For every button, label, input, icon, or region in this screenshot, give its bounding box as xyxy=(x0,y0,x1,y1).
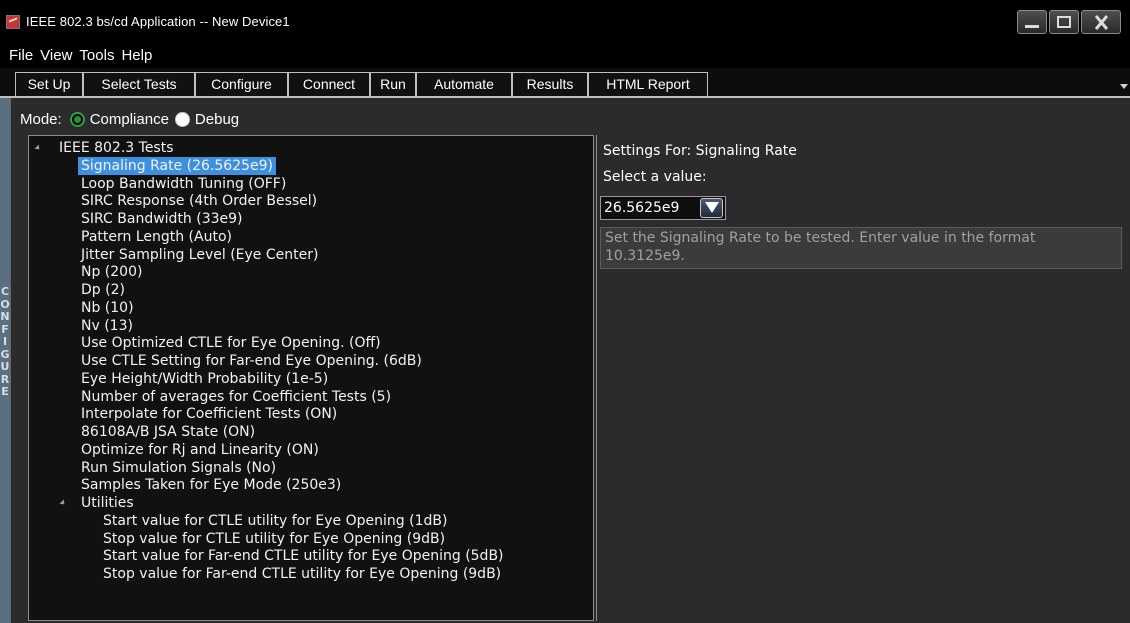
tree-subitem[interactable]: Stop value for Far-end CTLE utility for … xyxy=(103,565,501,583)
chevron-down-icon[interactable] xyxy=(700,198,723,218)
side-label-letter: U xyxy=(0,360,10,373)
close-button[interactable] xyxy=(1081,10,1121,34)
help-text: Set the Signaling Rate to be tested. Ent… xyxy=(600,227,1122,269)
tab-html-report[interactable]: HTML Report xyxy=(588,72,708,96)
tree-item[interactable]: SIRC Response (4th Order Bessel) xyxy=(81,192,317,210)
debug-radio[interactable] xyxy=(174,111,190,127)
menu-file[interactable]: File xyxy=(9,44,33,64)
side-label-letter: C xyxy=(0,285,10,298)
tree-item[interactable]: Pattern Length (Auto) xyxy=(81,228,232,246)
tree-item[interactable]: Np (200) xyxy=(81,263,142,281)
tab-connect[interactable]: Connect xyxy=(288,72,370,96)
side-label-letter: I xyxy=(2,335,8,348)
tree-item[interactable]: Eye Height/Width Probability (1e-5) xyxy=(81,370,328,388)
value-select-text: 26.5625e9 xyxy=(604,200,680,216)
tab-run[interactable]: Run xyxy=(370,72,416,96)
compliance-label[interactable]: Compliance xyxy=(90,111,169,128)
tree-item[interactable]: Run Simulation Signals (No) xyxy=(81,459,276,477)
tab-overflow-icon[interactable] xyxy=(1120,84,1128,89)
side-label-text: CONFIGURE xyxy=(0,285,10,399)
title-bar: IEEE 802.3 bs/cd Application -- New Devi… xyxy=(0,0,1130,44)
compliance-radio[interactable] xyxy=(69,111,85,127)
tab-strip: Set Up Select Tests Configure Connect Ru… xyxy=(0,68,1130,98)
tree-item[interactable]: Jitter Sampling Level (Eye Center) xyxy=(81,246,318,264)
value-select[interactable]: 26.5625e9 xyxy=(600,196,726,220)
menu-help[interactable]: Help xyxy=(121,44,152,64)
menu-tools[interactable]: Tools xyxy=(79,44,114,64)
tree-group-utilities[interactable]: Utilities xyxy=(81,494,134,512)
tab-results[interactable]: Results xyxy=(512,72,588,96)
tree-item[interactable]: Nv (13) xyxy=(81,317,133,335)
tree-subitem[interactable]: Start value for CTLE utility for Eye Ope… xyxy=(103,512,447,530)
tree-item[interactable]: Use Optimized CTLE for Eye Opening. (Off… xyxy=(81,334,381,352)
tree-item[interactable]: Number of averages for Coefficient Tests… xyxy=(81,388,391,406)
settings-title: Settings For: Signaling Rate xyxy=(603,143,797,159)
tab-set-up[interactable]: Set Up xyxy=(15,72,83,96)
select-value-label: Select a value: xyxy=(603,169,707,185)
tree-item[interactable]: Optimize for Rj and Linearity (ON) xyxy=(81,441,319,459)
mode-label: Mode: xyxy=(20,110,62,128)
tree-item[interactable]: Loop Bandwidth Tuning (OFF) xyxy=(81,175,286,193)
menu-view[interactable]: View xyxy=(40,44,72,64)
minimize-button[interactable] xyxy=(1017,10,1047,34)
tree-item[interactable]: Interpolate for Coefficient Tests (ON) xyxy=(81,405,337,423)
tree-item[interactable]: Signaling Rate (26.5625e9) xyxy=(78,156,276,175)
expander-icon[interactable] xyxy=(34,144,42,152)
tree-item[interactable]: 86108A/B JSA State (ON) xyxy=(81,423,255,441)
tree-item[interactable]: Nb (10) xyxy=(81,299,134,317)
menu-bar: File View Tools Help xyxy=(0,44,1130,68)
tab-configure[interactable]: Configure xyxy=(195,72,288,96)
tree-item[interactable]: SIRC Bandwidth (33e9) xyxy=(81,210,243,228)
tab-select-tests[interactable]: Select Tests xyxy=(83,72,195,96)
maximize-button[interactable] xyxy=(1049,10,1079,34)
tree-subitem[interactable]: Start value for Far-end CTLE utility for… xyxy=(103,547,504,565)
app-icon xyxy=(6,15,20,29)
side-label-letter: E xyxy=(1,385,9,398)
tree-root[interactable]: IEEE 802.3 Tests xyxy=(59,139,174,157)
mode-bar: Mode: Compliance Debug xyxy=(20,108,239,130)
tree-subitem[interactable]: Stop value for CTLE utility for Eye Open… xyxy=(103,530,445,548)
tab-automate[interactable]: Automate xyxy=(416,72,512,96)
debug-label[interactable]: Debug xyxy=(195,111,239,128)
tree-item[interactable]: Samples Taken for Eye Mode (250e3) xyxy=(81,476,341,494)
tree-item[interactable]: Use CTLE Setting for Far-end Eye Opening… xyxy=(81,352,422,370)
expander-icon[interactable] xyxy=(59,499,67,507)
side-label-letter: N xyxy=(0,310,10,323)
configure-side-label: CONFIGURE xyxy=(0,98,10,623)
config-tree-panel: IEEE 802.3 Tests Signaling Rate (26.5625e… xyxy=(28,135,594,621)
tree-item[interactable]: Dp (2) xyxy=(81,281,125,299)
window-title: IEEE 802.3 bs/cd Application -- New Devi… xyxy=(26,14,290,29)
